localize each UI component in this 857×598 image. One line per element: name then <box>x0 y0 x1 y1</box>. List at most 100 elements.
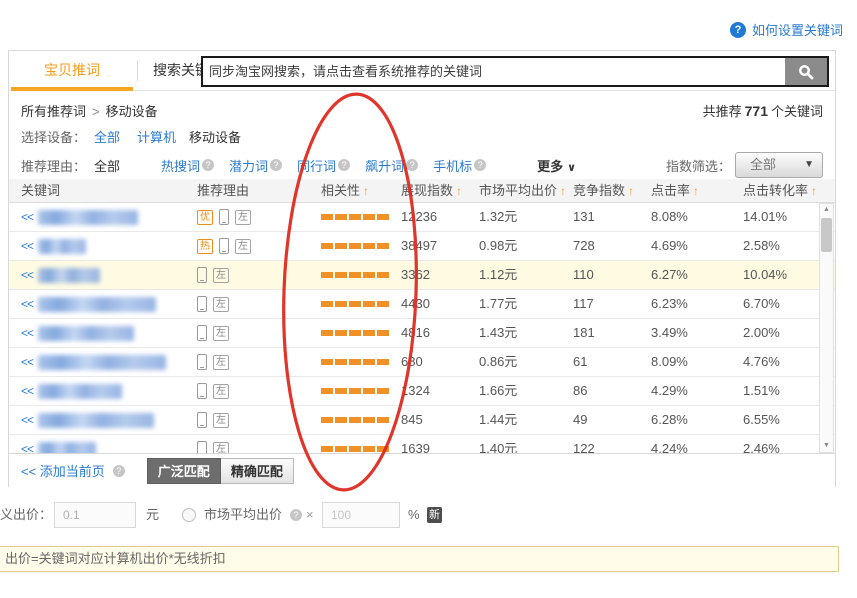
add-current-page-link[interactable]: << 添加当前页 <box>21 461 105 480</box>
avg-price-cell: 1.43元 <box>479 319 517 347</box>
reason-option-1[interactable]: 全部 <box>94 156 120 175</box>
device-filter-row: 选择设备： 全部计算机移动设备 <box>21 125 823 147</box>
left-position-badge: 左 <box>213 355 229 370</box>
add-keyword-control[interactable]: << <box>21 377 33 405</box>
reason-option-2[interactable]: 热搜词? <box>161 156 214 175</box>
reason-option-5[interactable]: 飙升词? <box>365 156 418 175</box>
reason-filter-row: 推荐理由： 全部热搜词?潜力词?同行词?飙升词?手机标? 更多∨ 指数筛选： 全… <box>21 151 823 179</box>
filter-help-icon[interactable]: ? <box>338 159 350 171</box>
reason-option-6[interactable]: 手机标? <box>433 156 486 175</box>
blurred-keyword <box>38 326 134 341</box>
filter-help-icon[interactable]: ? <box>270 159 282 171</box>
device-option-3[interactable]: 移动设备 <box>189 130 241 145</box>
scrollbar-thumb[interactable] <box>821 218 832 252</box>
column-header-3[interactable]: 相关性↑ <box>321 179 369 203</box>
percent-input[interactable] <box>322 502 400 528</box>
tab-bar: 宝贝推词 搜索关键词 <box>9 51 835 91</box>
avg-price-cell: 1.12元 <box>479 261 517 289</box>
add-keyword-control[interactable]: << <box>21 261 33 289</box>
cvr-cell: 2.46% <box>743 435 780 453</box>
competition-index-cell: 61 <box>573 348 587 376</box>
filter-help-icon[interactable]: ? <box>406 159 418 171</box>
device-option-2[interactable]: 计算机 <box>137 130 176 145</box>
impression-index-cell: 12236 <box>401 203 437 231</box>
table-row[interactable]: << 左 845 1.44元 49 6.28% 6.55% <box>9 406 835 435</box>
market-price-help-icon[interactable]: ? <box>290 509 302 521</box>
breadcrumb-current: 移动设备 <box>106 104 158 119</box>
device-option-1[interactable]: 全部 <box>94 130 120 145</box>
table-row[interactable]: << 优左 12236 1.32元 131 8.08% 14.01% <box>9 203 835 232</box>
dropdown-caret-icon: ▼ <box>804 153 814 177</box>
avg-price-cell: 0.98元 <box>479 232 517 260</box>
table-body: << 优左 12236 1.32元 131 8.08% 14.01% << 热左… <box>9 203 835 453</box>
relevance-bar-segment <box>349 417 361 423</box>
active-tab-underline <box>11 87 133 91</box>
table-row[interactable]: << 左 1324 1.66元 86 4.29% 1.51% <box>9 377 835 406</box>
relevance-bar-segment <box>335 446 347 452</box>
add-keyword-control[interactable]: << <box>21 406 33 434</box>
relevance-bar-segment <box>363 359 375 365</box>
blurred-keyword <box>38 413 154 428</box>
how-to-set-keywords-link[interactable]: ? 如何设置关键词 <box>730 20 843 39</box>
add-keyword-control[interactable]: << <box>21 319 33 347</box>
mobile-phone-icon <box>197 441 207 453</box>
add-keyword-control[interactable]: << <box>21 232 33 260</box>
summary-prefix: 共推荐 <box>703 104 742 119</box>
custom-bid-input[interactable] <box>54 502 136 528</box>
add-keyword-control[interactable]: << <box>21 435 33 453</box>
keyword-tool-page: ? 如何设置关键词 宝贝推词 搜索关键词 所有推荐词>移动设备 <box>0 0 857 598</box>
table-row[interactable]: << 左 4816 1.43元 181 3.49% 2.00% <box>9 319 835 348</box>
column-header-4[interactable]: 展现指数↑ <box>401 179 462 203</box>
reason-badges-cell: 左 <box>197 261 229 289</box>
sort-asc-icon: ↑ <box>560 184 566 198</box>
reason-badges-cell: 左 <box>197 319 229 347</box>
table-scrollbar[interactable]: ▲ ▼ <box>819 203 834 453</box>
keyword-cell: << <box>21 435 96 453</box>
add-keyword-control[interactable]: << <box>21 348 33 376</box>
column-header-6[interactable]: 竞争指数↑ <box>573 179 634 203</box>
search-input[interactable] <box>203 58 785 85</box>
broad-match-button[interactable]: 广泛匹配 <box>147 458 221 484</box>
add-keyword-control[interactable]: << <box>21 203 33 231</box>
keyword-cell: << <box>21 348 166 376</box>
reason-badges-cell: 左 <box>197 377 229 405</box>
column-header-5[interactable]: 市场平均出价↑ <box>479 179 566 203</box>
relevance-bar-segment <box>363 301 375 307</box>
table-row[interactable]: << 左 4430 1.77元 117 6.23% 6.70% <box>9 290 835 319</box>
scroll-down-icon[interactable]: ▼ <box>820 440 833 452</box>
table-row[interactable]: << 左 1639 1.40元 122 4.24% 2.46% <box>9 435 835 453</box>
filter-help-icon[interactable]: ? <box>474 159 486 171</box>
ctr-cell: 4.69% <box>651 232 688 260</box>
table-row[interactable]: << 热左 38497 0.98元 728 4.69% 2.58% <box>9 232 835 261</box>
impression-index-cell: 680 <box>401 348 423 376</box>
match-type-group: 广泛匹配 精确匹配 <box>147 458 294 484</box>
reason-option-4[interactable]: 同行词? <box>297 156 350 175</box>
keyword-search-box <box>201 56 829 87</box>
reason-option-3[interactable]: 潜力词? <box>229 156 282 175</box>
filter-help-icon[interactable]: ? <box>202 159 214 171</box>
index-filter-dropdown[interactable]: 全部 ▼ <box>735 152 823 178</box>
avg-price-cell: 1.40元 <box>479 435 517 453</box>
impression-index-cell: 1324 <box>401 377 430 405</box>
add-help-icon[interactable]: ? <box>113 465 125 477</box>
exact-match-button[interactable]: 精确匹配 <box>221 458 294 484</box>
scroll-up-icon[interactable]: ▲ <box>820 204 833 216</box>
column-header-8[interactable]: 点击转化率↑ <box>743 179 817 203</box>
more-label: 更多 <box>537 159 563 174</box>
add-keyword-control[interactable]: << <box>21 290 33 318</box>
keyword-cell: << <box>21 406 154 434</box>
relevance-bar-segment <box>377 214 389 220</box>
left-position-badge: 左 <box>235 210 251 225</box>
tab-product-keywords[interactable]: 宝贝推词 <box>11 51 133 91</box>
index-filter-label: 指数筛选： <box>666 156 731 175</box>
table-row[interactable]: << 左 680 0.86元 61 8.09% 4.76% <box>9 348 835 377</box>
column-header-7[interactable]: 点击率↑ <box>651 179 699 203</box>
breadcrumb-root[interactable]: 所有推荐词 <box>21 104 86 119</box>
ctr-cell: 6.23% <box>651 290 688 318</box>
more-filters-link[interactable]: 更多∨ <box>537 156 576 175</box>
search-button[interactable] <box>785 58 827 85</box>
table-row[interactable]: << 左 3362 1.12元 110 6.27% 10.04% <box>9 261 835 290</box>
avg-price-cell: 1.77元 <box>479 290 517 318</box>
market-price-radio[interactable] <box>182 508 196 522</box>
competition-index-cell: 86 <box>573 377 587 405</box>
